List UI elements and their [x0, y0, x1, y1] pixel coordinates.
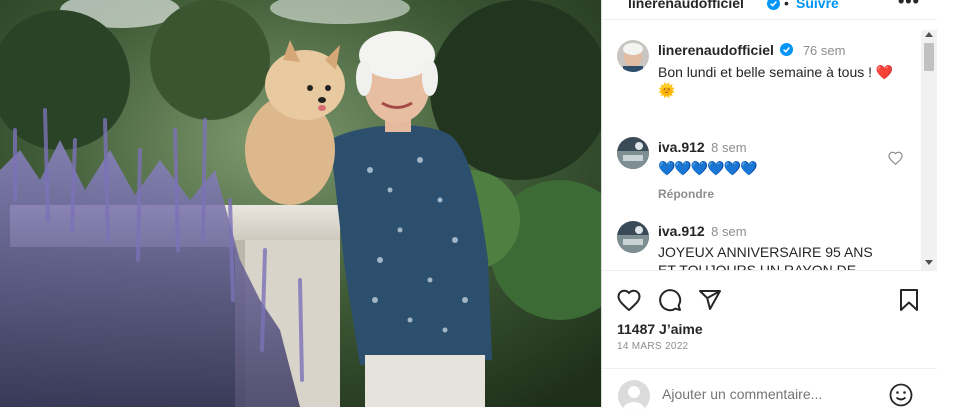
verified-icon	[767, 0, 780, 15]
comment-time[interactable]: 8 sem	[711, 224, 746, 239]
save-icon[interactable]	[899, 288, 919, 317]
comment-text: 💙💙💙💙💙💙	[658, 160, 758, 176]
post-actions: 11487 J’aime 14 MARS 2022	[602, 270, 938, 412]
likes-count[interactable]: 11487 J’aime	[617, 321, 703, 337]
verified-icon	[780, 43, 794, 61]
page-background	[937, 0, 957, 407]
add-comment-bar	[602, 368, 938, 412]
comment-username[interactable]: iva.912	[658, 223, 705, 239]
avatar	[618, 380, 650, 412]
post-photo[interactable]	[0, 0, 601, 407]
comments-list[interactable]: linerenaudofficiel 76 sem Bon lundi et b…	[602, 30, 922, 270]
comment-like-icon[interactable]	[888, 151, 903, 170]
comments-scrollbar[interactable]	[921, 30, 937, 270]
emoji-icon[interactable]	[889, 383, 913, 412]
comment-username[interactable]: iva.912	[658, 139, 705, 155]
avatar[interactable]	[617, 137, 649, 169]
post-header: linerenaudofficiel • Suivre •••	[602, 0, 938, 20]
follow-button[interactable]: Suivre	[796, 0, 839, 11]
comment-text: Bon lundi et belle semaine à tous ! ❤️ 🌞	[658, 64, 894, 98]
comment-time[interactable]: 76 sem	[803, 43, 846, 58]
share-icon[interactable]	[698, 288, 722, 317]
comment-input[interactable]	[662, 386, 882, 402]
like-icon[interactable]	[617, 289, 641, 316]
reply-button[interactable]: Répondre	[658, 187, 878, 201]
scroll-up-arrow-icon[interactable]	[925, 32, 933, 37]
post-date[interactable]: 14 MARS 2022	[617, 341, 688, 352]
comment-icon[interactable]	[658, 288, 682, 317]
avatar[interactable]	[617, 221, 649, 253]
comment-item: iva.912 8 sem JOYEUX ANNIVERSAIRE 95 ANS…	[617, 221, 917, 270]
post-side-panel: linerenaudofficiel • Suivre ••• linerena…	[601, 0, 938, 412]
comment-username[interactable]: linerenaudofficiel	[658, 42, 774, 58]
scroll-thumb[interactable]	[924, 43, 934, 71]
separator-dot: •	[784, 0, 789, 11]
post-photo-illustration	[0, 0, 601, 407]
post-username[interactable]: linerenaudofficiel	[628, 0, 744, 11]
avatar[interactable]	[617, 40, 649, 72]
comment-item: iva.912 8 sem 💙💙💙💙💙💙 Répondre	[617, 137, 917, 207]
comment-time[interactable]: 8 sem	[711, 140, 746, 155]
caption-item: linerenaudofficiel 76 sem Bon lundi et b…	[617, 40, 917, 100]
comment-text: JOYEUX ANNIVERSAIRE 95 ANS ET TOUJOURS U…	[658, 244, 873, 270]
scroll-down-arrow-icon[interactable]	[925, 260, 933, 265]
more-icon[interactable]: •••	[898, 0, 920, 12]
